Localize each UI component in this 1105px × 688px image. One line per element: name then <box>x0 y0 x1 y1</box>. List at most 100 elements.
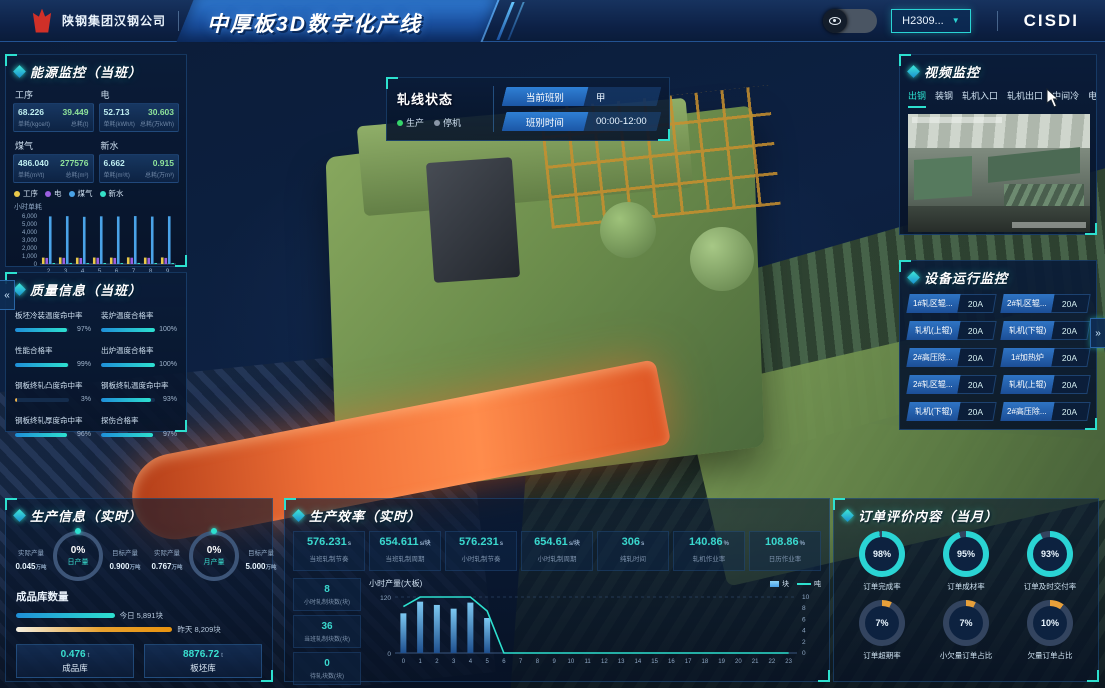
camera-tab-电动辊[interactable]: 电动辊 <box>1088 89 1096 108</box>
quality-info-panel: 质量信息（当班） 板坯冷装温度命中率97%装炉温度合格率100%性能合格率99%… <box>5 272 187 432</box>
donut-hole: 98% <box>865 537 899 571</box>
svg-text:10: 10 <box>802 594 810 601</box>
equipment-chip[interactable]: 2#轧区辊...20A <box>1000 294 1090 313</box>
svg-text:4: 4 <box>802 628 806 635</box>
metric-label: 小时轧制周期 <box>538 556 577 563</box>
efficiency-metric: 576.231s当班轧制节奏 <box>293 531 365 571</box>
quality-item: 钢板终轧温度命中率93% <box>101 375 177 403</box>
right-collapse-tab[interactable]: » <box>1090 318 1105 348</box>
equipment-chip[interactable]: 2#高压除...20A <box>906 348 996 367</box>
equipment-chip[interactable]: 轧机(下辊)20A <box>1000 321 1090 340</box>
gauge-name: 月产量 <box>204 557 225 567</box>
quality-percent: 93% <box>159 396 177 403</box>
header-divider <box>997 11 998 31</box>
actual-output-label: 实际产量 <box>18 550 44 557</box>
side-card-value: 8 <box>324 584 330 595</box>
bar-swatch <box>770 581 779 587</box>
donut-percent: 93% <box>1041 549 1059 559</box>
equipment-chip[interactable]: 2#轧区辊...20A <box>906 375 996 394</box>
mill-status-row: 班别时间00:00-12:00 <box>502 112 662 131</box>
quality-item: 装炉温度合格率100% <box>101 305 177 333</box>
energy-unit-label: 单耗(m³/t) <box>18 170 44 179</box>
cisdi-logo: CISDI <box>1024 11 1079 31</box>
hour-legend-label: 吨 <box>814 579 821 589</box>
quality-progress-grid: 板坯冷装温度命中率97%装炉温度合格率100%性能合格率99%出炉温度合格率10… <box>6 303 186 440</box>
camera-feed-machine <box>914 156 972 200</box>
equipment-name: 轧机(上辊) <box>1000 375 1054 394</box>
energy-group: 工序68.22639.449单耗(kgce/t)总耗(t) <box>13 85 94 132</box>
actual-output-label: 实际产量 <box>154 550 180 557</box>
donut-percent: 98% <box>873 549 891 559</box>
efficiency-side-card: 36当班轧制块数(块) <box>293 615 361 648</box>
donut-hole: 93% <box>1033 537 1067 571</box>
quality-item: 性能合格率99% <box>15 340 91 368</box>
equipment-current: 20A <box>957 321 996 340</box>
order-donut: 93%订单及时交付率 <box>1010 531 1090 592</box>
legend-dot <box>14 191 20 197</box>
page-title: 中厚板3D数字化产线 <box>207 8 422 38</box>
efficiency-panel: 生产效率（实时） 576.231s当班轧制节奏654.611s/块当班轧制周期5… <box>284 498 830 682</box>
donut-percent: 95% <box>957 549 975 559</box>
quality-progress-fill <box>101 328 155 332</box>
camera-tab-装钢[interactable]: 装钢 <box>935 89 953 108</box>
svg-text:18: 18 <box>702 659 709 665</box>
company-logo-icon <box>30 9 54 33</box>
equipment-name: 1#加热炉 <box>1000 348 1054 367</box>
energy-value-unit-rate: 68.226 <box>18 107 44 117</box>
quality-panel-title: 质量信息（当班） <box>6 273 186 303</box>
svg-text:7: 7 <box>519 659 523 665</box>
store-card: 0.476t成品库 <box>16 644 134 678</box>
legend-dot <box>45 191 51 197</box>
metric-label: 日历作业率 <box>769 556 802 563</box>
equipment-name: 轧机(上辊) <box>906 321 960 340</box>
mill-status-rows: 当前班别甲班别时间00:00-12:00 <box>504 87 659 131</box>
donut-percent: 10% <box>1041 618 1059 628</box>
equipment-chip[interactable]: 1#轧区辊...20A <box>906 294 996 313</box>
svg-text:2,000: 2,000 <box>22 246 38 252</box>
svg-text:6: 6 <box>802 616 806 623</box>
energy-value-unit-rate: 6.662 <box>104 158 125 168</box>
equipment-chip[interactable]: 2#高压除...20A <box>1000 402 1090 421</box>
legend-label: 煤气 <box>78 188 93 199</box>
energy-chart-legend: 工序电煤气新水 <box>6 183 186 200</box>
energy-unit-label: 总耗(万kWh) <box>140 119 174 128</box>
donut-hole: 7% <box>949 606 983 640</box>
donut-ring: 98% <box>859 531 905 577</box>
stock-bar-row: 今日 5,891块 <box>16 608 262 622</box>
camera-tab-轧机入口[interactable]: 轧机入口 <box>962 89 998 108</box>
equipment-name: 1#轧区辊... <box>906 294 960 313</box>
stock-bars: 今日 5,891块昨天 8,209块 <box>6 606 272 638</box>
legend-dot <box>100 191 106 197</box>
equipment-chip[interactable]: 轧机(下辊)20A <box>906 402 996 421</box>
equipment-chip[interactable]: 1#加热炉20A <box>1000 348 1090 367</box>
stock-bar-label: 昨天 8,209块 <box>177 624 220 635</box>
donut-ring: 7% <box>859 600 905 646</box>
left-collapse-tab[interactable]: « <box>0 280 15 310</box>
visibility-toggle[interactable] <box>823 9 877 33</box>
target-output-label: 目标产量 <box>112 550 138 557</box>
mill-status-legend: 生产停机 <box>397 116 483 129</box>
svg-text:21: 21 <box>752 659 759 665</box>
video-panel-title: 视频监控 <box>900 55 1096 85</box>
camera-tab-出钢[interactable]: 出钢 <box>908 89 926 108</box>
legend-item: 新水 <box>100 188 124 199</box>
svg-text:20: 20 <box>735 659 742 665</box>
efficiency-metric: 306s纯轧时间 <box>597 531 669 571</box>
status-dot <box>434 120 440 126</box>
scene-drum <box>690 227 754 291</box>
equipment-chip[interactable]: 轧机(上辊)20A <box>1000 375 1090 394</box>
diamond-icon <box>292 509 305 522</box>
hourly-output-title: 小时产量(大板) <box>369 578 422 589</box>
camera-tabs: 出钢装钢轧机入口轧机出口中间冷 电动辊 <box>900 85 1096 108</box>
heat-number-select[interactable]: H2309... ▼ <box>891 9 971 33</box>
equipment-current: 20A <box>957 294 996 313</box>
equipment-name: 轧机(下辊) <box>1000 321 1054 340</box>
stock-bar-fill <box>16 627 172 632</box>
camera-feed[interactable] <box>908 114 1090 232</box>
camera-tab-轧机出口[interactable]: 轧机出口 <box>1007 89 1043 108</box>
equipment-chip[interactable]: 轧机(上辊)20A <box>906 321 996 340</box>
svg-text:120: 120 <box>380 595 391 602</box>
camera-tab-中间冷[interactable]: 中间冷 <box>1052 89 1079 108</box>
quality-progress-fill <box>101 398 151 402</box>
legend-item: 电 <box>45 188 62 199</box>
